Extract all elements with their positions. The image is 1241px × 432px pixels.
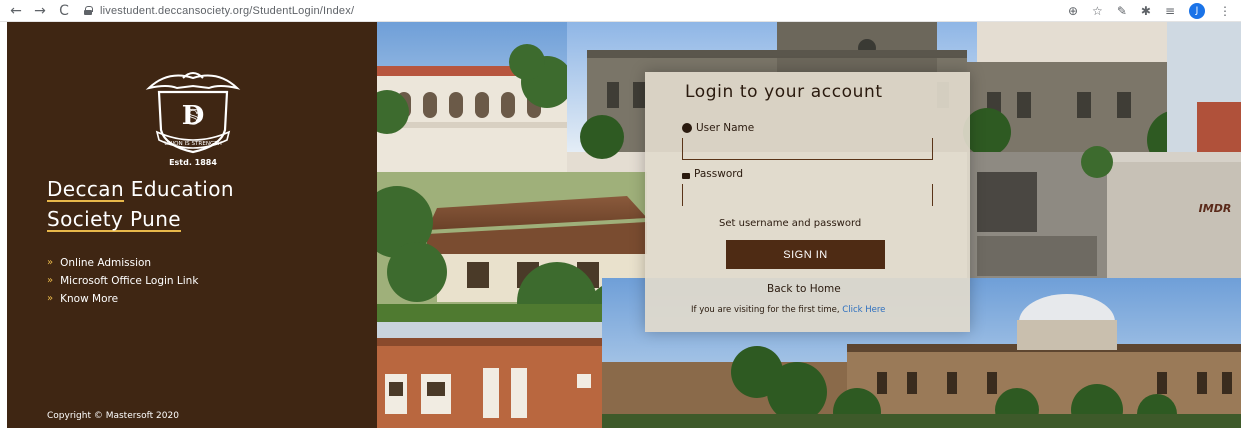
imdr-sign: IMDR [1199,202,1232,215]
logo-motto: UNION IS STRENGTH [164,141,222,147]
pen-icon[interactable]: ✎ [1117,4,1127,18]
username-field[interactable] [682,138,933,160]
chevron-right-icon: » [47,293,54,304]
chevron-right-icon: » [47,257,54,268]
username-label-text: User Name [696,122,755,134]
sidebar-links: » Online Admission » Microsoft Office Logi… [47,254,198,308]
login-title: Login to your account [685,82,883,102]
extensions-icon[interactable]: ✱ [1141,4,1151,18]
password-field[interactable] [682,184,933,206]
password-label: Password [682,168,743,180]
back-arrow-icon[interactable]: ← [6,1,26,21]
url-text[interactable]: livestudent.deccansociety.org/StudentLog… [100,5,354,17]
star-icon[interactable]: ☆ [1092,4,1103,18]
sidebar-link-online-admission[interactable]: » Online Admission [47,254,198,272]
menu-icon[interactable]: ⋮ [1219,4,1231,18]
lock-icon [682,172,690,179]
username-label: User Name [682,122,754,134]
profile-icon[interactable]: J [1189,2,1205,19]
password-label-text: Password [694,168,744,180]
sign-in-button[interactable]: SIGN IN [726,240,885,269]
sidebar-link-label[interactable]: Know More [60,290,118,308]
sidebar-link-microsoft-office[interactable]: » Microsoft Office Login Link [47,272,198,290]
set-credentials-link[interactable]: Set username and password [719,218,861,229]
zoom-icon[interactable]: ⊕ [1068,4,1078,18]
sidebar-link-label[interactable]: Online Admission [60,254,151,272]
browser-toolbar: ← → C livestudent.deccansociety.org/Stud… [0,0,1241,22]
brand-word-education: Education [124,177,234,201]
brand-line-2: Society Pune [47,207,181,231]
user-icon [682,123,692,133]
browser-actions: ⊕ ☆ ✎ ✱ ≡ J ⋮ [1068,2,1231,19]
svg-text:S: S [186,105,200,129]
logo-estd: Estd. 1884 [169,158,217,167]
sidebar-link-know-more[interactable]: » Know More [47,290,198,308]
brand-word-deccan: Deccan [47,177,125,201]
brand-sidebar: D S UNION IS STRENGTH Estd. 1884 Deccan … [7,22,377,428]
lock-icon [84,6,93,15]
first-time-text: If you are visiting for the first time, [691,305,843,315]
click-here-link[interactable]: Click Here [842,305,885,315]
reload-icon[interactable]: C [54,1,74,21]
address-bar[interactable]: livestudent.deccansociety.org/StudentLog… [84,2,1068,20]
back-to-home-link[interactable]: Back to Home [767,283,841,295]
chevron-right-icon: » [47,275,54,286]
reading-list-icon[interactable]: ≡ [1165,4,1175,18]
first-time-note: If you are visiting for the first time, … [691,305,885,315]
sidebar-link-label[interactable]: Microsoft Office Login Link [60,272,198,290]
copyright-text: Copyright © Mastersoft 2020 [47,411,179,421]
login-panel: Login to your account User Name Password… [645,72,970,332]
brand-title: Deccan Education Society Pune [47,174,234,234]
forward-arrow-icon[interactable]: → [30,1,50,21]
des-logo: D S UNION IS STRENGTH Estd. 1884 [143,66,243,170]
